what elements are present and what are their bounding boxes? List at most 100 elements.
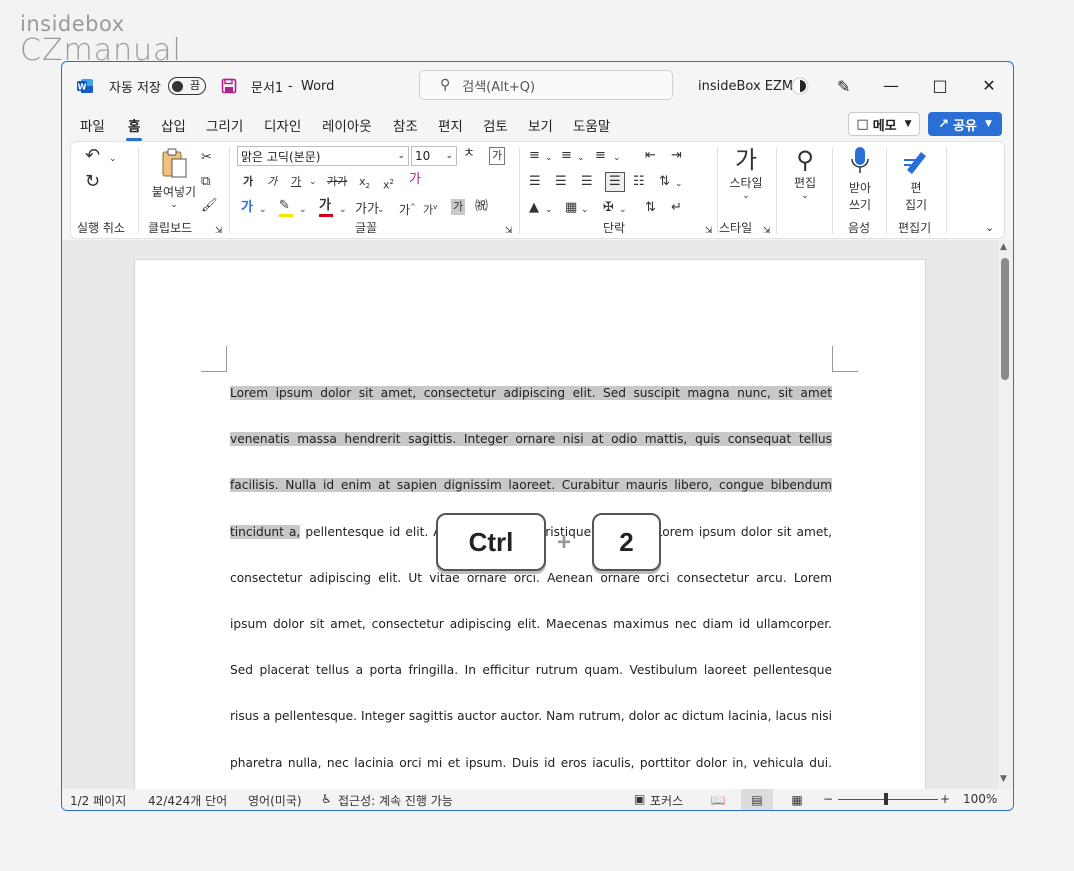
page-indicator[interactable]: 1/2 페이지 xyxy=(70,792,126,809)
increase-indent-icon[interactable]: ⇥ xyxy=(671,148,682,164)
tab-review[interactable]: 검토 xyxy=(483,115,508,135)
chevron-down-icon[interactable]: ⌄ xyxy=(259,202,267,218)
document-body[interactable]: Lorem ipsum dolor sit amet, consectetur … xyxy=(230,370,832,810)
zoom-slider-thumb[interactable] xyxy=(884,793,888,805)
dialog-launcher-icon[interactable]: ⇲ xyxy=(215,223,223,239)
chevron-down-icon[interactable]: ⌄ xyxy=(675,176,683,192)
scroll-thumb[interactable] xyxy=(1001,258,1009,380)
language[interactable]: 영어(미국) xyxy=(248,792,302,809)
chevron-down-icon[interactable]: ⌄ xyxy=(581,202,589,218)
font-name-select[interactable]: 맑은 고딕(본문) ⌄ xyxy=(237,146,409,166)
ruby-icon[interactable]: ㅊ xyxy=(463,146,475,162)
redo-icon[interactable]: ↻ xyxy=(85,173,100,191)
tab-design[interactable]: 디자인 xyxy=(264,115,301,135)
search-box[interactable]: ⚲ 검색(Alt+Q) xyxy=(419,70,673,100)
dialog-launcher-icon[interactable]: ⇲ xyxy=(705,223,713,239)
pen-icon[interactable]: ✎ xyxy=(837,62,850,110)
close-icon[interactable]: ✕ xyxy=(966,70,1012,100)
chevron-down-icon[interactable]: ⌄ xyxy=(577,150,585,166)
clear-format-icon[interactable]: 가 xyxy=(409,172,421,188)
tab-references[interactable]: 참조 xyxy=(393,115,418,135)
numbering-icon[interactable]: ≡ xyxy=(561,148,572,164)
shrink-font-icon[interactable]: 가v xyxy=(423,199,437,219)
web-layout-icon[interactable]: ▦ xyxy=(781,789,813,810)
underline-icon[interactable]: 가 xyxy=(291,174,301,190)
justify-icon[interactable]: ☰ xyxy=(605,172,625,192)
line-spacing-icon[interactable]: ⇅ xyxy=(659,174,670,190)
show-marks-icon[interactable]: ↵ xyxy=(671,200,682,216)
undo-icon[interactable]: ↶ xyxy=(85,147,100,165)
distributed-icon[interactable]: ☷ xyxy=(633,174,645,190)
chevron-down-icon[interactable]: ⌄ xyxy=(309,174,317,190)
align-center-icon[interactable]: ☰ xyxy=(555,174,567,190)
tab-insert[interactable]: 삽입 xyxy=(161,115,186,135)
zoom-slider-track[interactable] xyxy=(838,799,938,800)
collapse-ribbon-icon[interactable]: ⌄ xyxy=(985,220,994,236)
user-name[interactable]: insideBox EZM xyxy=(698,62,793,110)
cut-icon[interactable]: ✂ xyxy=(201,150,212,166)
align-left-icon[interactable]: ☰ xyxy=(529,174,541,190)
tab-help[interactable]: 도움말 xyxy=(573,115,610,135)
tab-view[interactable]: 보기 xyxy=(528,115,553,135)
highlight-icon[interactable]: ✎ xyxy=(279,198,293,217)
char-border-icon[interactable]: 가 xyxy=(489,147,506,165)
subscript-icon[interactable]: x2 xyxy=(359,174,370,194)
vertical-scrollbar[interactable]: ▲ ▼ xyxy=(998,240,1013,790)
zoom-level[interactable]: 100% xyxy=(963,792,997,806)
accessibility-status[interactable]: 접근성: 계속 진행 가능 xyxy=(338,792,453,809)
read-mode-icon[interactable]: 📖 xyxy=(702,789,734,810)
avatar[interactable] xyxy=(790,62,810,110)
dialog-launcher-icon[interactable]: ⇲ xyxy=(763,223,771,239)
chevron-down-icon[interactable]: ⌄ xyxy=(377,202,385,218)
align-right-icon[interactable]: ☰ xyxy=(581,174,593,190)
chevron-down-icon[interactable]: ⌄ xyxy=(339,202,347,218)
font-size-select[interactable]: 10 ⌄ xyxy=(411,146,457,166)
minimize-icon[interactable]: — xyxy=(868,70,914,100)
dialog-launcher-icon[interactable]: ⇲ xyxy=(505,223,513,239)
paste-button[interactable]: 붙여넣기 ⌄ xyxy=(149,148,199,210)
scroll-up-icon[interactable]: ▲ xyxy=(1000,242,1007,252)
tab-layout[interactable]: 레이아웃 xyxy=(322,115,372,135)
tab-mailings[interactable]: 편지 xyxy=(438,115,463,135)
tab-draw[interactable]: 그리기 xyxy=(206,115,243,135)
text-effects-icon[interactable]: 가 xyxy=(241,200,253,216)
strikethrough-icon[interactable]: 가가 xyxy=(327,174,347,190)
zoom-out-button[interactable]: − xyxy=(823,792,833,806)
multilevel-list-icon[interactable]: ≡ xyxy=(595,148,606,164)
maximize-icon[interactable]: □ xyxy=(917,70,963,100)
editing-button[interactable]: ⚲ 편집 ⌄ xyxy=(782,146,828,201)
bullets-icon[interactable]: ≡ xyxy=(529,148,540,164)
grow-font-icon[interactable]: 가^ xyxy=(399,199,416,218)
share-button[interactable]: ↗ 공유 ▼ xyxy=(928,112,1002,136)
focus-mode[interactable]: 포커스 xyxy=(650,792,683,809)
chevron-down-icon[interactable]: ⌄ xyxy=(613,150,621,166)
format-painter-icon[interactable]: 🖌 xyxy=(201,198,218,214)
borders-icon[interactable]: ▦ xyxy=(565,200,577,216)
font-color-icon[interactable]: 가 xyxy=(319,198,333,217)
word-count[interactable]: 42/424개 단어 xyxy=(148,792,227,809)
styles-button[interactable]: 가 스타일 ⌄ xyxy=(723,146,769,201)
bold-icon[interactable]: 가 xyxy=(243,174,253,190)
tab-home[interactable]: 홈 xyxy=(125,115,143,141)
chevron-down-icon[interactable]: ⌄ xyxy=(109,151,117,167)
print-layout-icon[interactable]: ▤ xyxy=(741,789,773,810)
superscript-icon[interactable]: x2 xyxy=(383,174,394,194)
copy-icon[interactable]: ⧉ xyxy=(201,174,210,190)
shading-icon[interactable]: ▲ xyxy=(529,200,539,216)
save-icon[interactable] xyxy=(221,62,237,110)
memo-button[interactable]: □ 메모 ▼ xyxy=(848,112,920,136)
tab-file[interactable]: 파일 xyxy=(80,115,105,135)
dictate-button[interactable]: 받아 쓰기 xyxy=(838,146,882,213)
italic-icon[interactable]: 가 xyxy=(267,174,277,190)
scroll-down-icon[interactable]: ▼ xyxy=(1000,774,1007,784)
decrease-indent-icon[interactable]: ⇤ xyxy=(645,148,656,164)
enclose-char-icon[interactable]: ㈷ xyxy=(475,199,488,215)
autosave-toggle[interactable]: 끔 xyxy=(168,77,206,95)
editor-button[interactable]: 편 집기 xyxy=(894,146,938,213)
chevron-down-icon[interactable]: ⌄ xyxy=(299,202,307,218)
chevron-down-icon[interactable]: ⌄ xyxy=(545,150,553,166)
char-shading-icon[interactable]: 가 xyxy=(451,199,466,215)
zoom-in-button[interactable]: + xyxy=(940,792,950,806)
chevron-down-icon[interactable]: ⌄ xyxy=(545,202,553,218)
change-case-icon[interactable]: 가가 xyxy=(355,202,379,218)
